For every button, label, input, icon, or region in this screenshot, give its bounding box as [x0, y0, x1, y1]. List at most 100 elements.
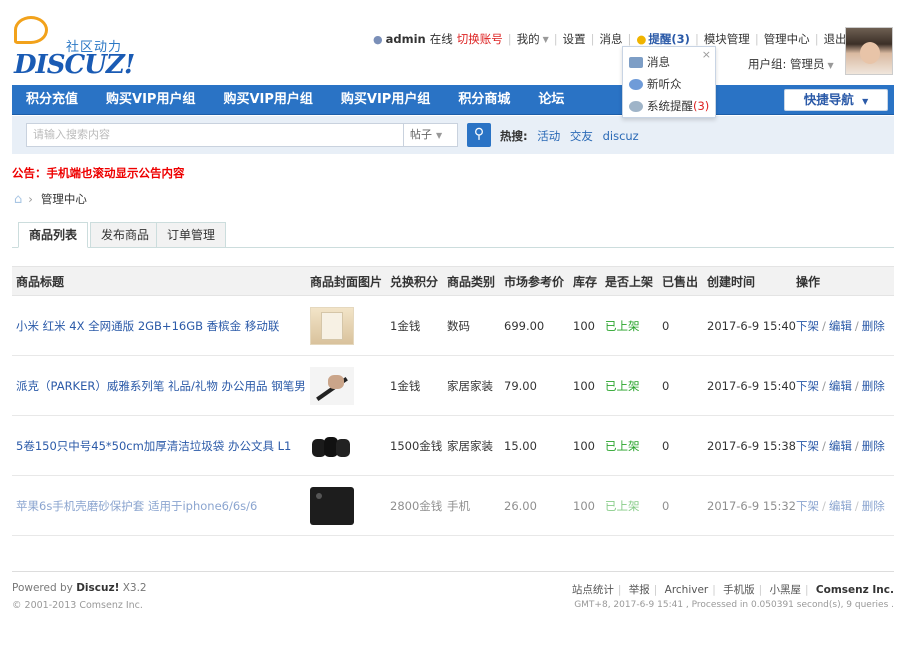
edit-link[interactable]: 编辑 — [829, 499, 852, 513]
breadcrumb-current[interactable]: 管理中心 — [41, 191, 87, 207]
sold-value: 0 — [662, 499, 670, 513]
popup-item-label: 新听众 — [647, 77, 682, 91]
chevron-down-icon: ▼ — [862, 97, 869, 106]
col-cover: 商品封面图片 — [310, 275, 383, 289]
logout-link[interactable]: 退出 — [824, 31, 847, 47]
footer-link-blacklist[interactable]: 小黑屋 — [770, 584, 802, 596]
footer-links: 站点统计 | 举报 | Archiver | 手机版 | 小黑屋 | Comsenz In… — [571, 584, 894, 596]
home-icon[interactable]: ⌂ — [14, 192, 22, 207]
col-category: 商品类别 — [447, 275, 496, 289]
module-manage-link[interactable]: 模块管理 — [704, 31, 750, 47]
col-sold: 已售出 — [662, 275, 699, 289]
search-bar: 请输入搜索内容 帖子 ▼ ⚲ 热搜: 活动 交友 discuz — [12, 116, 894, 154]
popup-item-system-reminder[interactable]: 系统提醒 (3) — [629, 97, 709, 115]
points-value: 2800金钱 — [390, 499, 443, 513]
nav-item-points-recharge[interactable]: 积分充值 — [12, 85, 92, 115]
delete-link[interactable]: 删除 — [862, 439, 885, 453]
chevron-down-icon: ▼ — [542, 34, 549, 44]
unlist-link[interactable]: 下架 — [796, 499, 819, 513]
product-title-link[interactable]: 5卷150只中号45*50cm加厚清洁垃圾袋 办公文具 L1 — [16, 416, 291, 476]
tab-publish-product[interactable]: 发布商品 — [90, 222, 161, 248]
nav-item-forum[interactable]: 论坛 — [524, 85, 578, 115]
chevron-right-icon: › — [28, 192, 33, 206]
delete-link[interactable]: 删除 — [862, 319, 885, 333]
product-cover-image[interactable] — [310, 487, 354, 525]
powered-name[interactable]: Discuz! — [76, 582, 119, 594]
switch-account-link[interactable]: 切换账号 — [457, 31, 503, 47]
manage-center-link[interactable]: 管理中心 — [764, 31, 810, 47]
popup-item-label: 消息 — [647, 55, 670, 69]
popup-item-new-followers[interactable]: 新听众 — [629, 75, 682, 93]
unlist-link[interactable]: 下架 — [796, 379, 819, 393]
nav-item-points-mall[interactable]: 积分商城 — [444, 85, 524, 115]
reminders-link[interactable]: 提醒(3) — [648, 31, 690, 47]
search-input[interactable]: 请输入搜索内容 — [26, 123, 404, 147]
stock-value: 100 — [573, 439, 595, 453]
search-button[interactable]: ⚲ — [467, 123, 491, 147]
footer-divider — [12, 571, 894, 572]
user-group-label: 用户组: 管理员 — [748, 57, 825, 71]
hot-search-item[interactable]: 活动 — [537, 129, 560, 143]
stock-value: 100 — [573, 379, 595, 393]
search-type-select[interactable]: 帖子 ▼ — [404, 123, 458, 147]
product-cover-image[interactable] — [310, 367, 354, 405]
col-title: 商品标题 — [16, 275, 65, 289]
product-cover-image[interactable] — [310, 427, 354, 465]
logo[interactable]: DISCUZ! — [14, 50, 135, 80]
messages-link[interactable]: 消息 — [600, 31, 623, 47]
footer-company[interactable]: Comsenz Inc. — [816, 584, 894, 596]
edit-link[interactable]: 编辑 — [829, 439, 852, 453]
logo-bubble-icon — [14, 16, 48, 44]
hot-search-item[interactable]: 交友 — [570, 129, 593, 143]
popup-item-messages[interactable]: 消息 — [629, 53, 670, 71]
powered-prefix: Powered by — [12, 582, 73, 594]
row-actions: 下架 / 编辑 / 删除 — [796, 319, 885, 333]
table-row: 5卷150只中号45*50cm加厚清洁垃圾袋 办公文具 L1 1500金钱 家居… — [12, 416, 894, 476]
reminder-count: (3) — [693, 99, 710, 113]
product-cover-image[interactable] — [310, 307, 354, 345]
footer-link-stats[interactable]: 站点统计 — [572, 584, 614, 596]
user-group-menu[interactable]: 用户组: 管理员 ▼ — [748, 56, 834, 72]
created-time: 2017-6-9 15:32 — [707, 499, 796, 513]
close-icon[interactable]: × — [702, 48, 711, 61]
edit-link[interactable]: 编辑 — [829, 379, 852, 393]
delete-link[interactable]: 删除 — [862, 379, 885, 393]
top-user-nav: ● admin 在线 切换账号 | 我的 ▼ | 设置 | 消息 | ● 提醒(… — [373, 31, 847, 47]
price-value: 26.00 — [504, 499, 537, 513]
nav-item-buy-vip[interactable]: 购买VIP用户组 — [209, 85, 326, 115]
avatar[interactable] — [845, 27, 893, 75]
tab-order-manage[interactable]: 订单管理 — [156, 222, 227, 248]
hot-search: 热搜: 活动 交友 discuz — [500, 128, 639, 144]
settings-link[interactable]: 设置 — [563, 31, 586, 47]
version: X3.2 — [122, 582, 147, 594]
created-time: 2017-6-9 15:40 — [707, 319, 796, 333]
mine-menu[interactable]: 我的 — [517, 31, 540, 47]
unlist-link[interactable]: 下架 — [796, 319, 819, 333]
footer-link-archiver[interactable]: Archiver — [665, 584, 709, 596]
col-points: 兑换积分 — [390, 275, 439, 289]
tab-product-list[interactable]: 商品列表 — [18, 222, 89, 248]
hot-search-item[interactable]: discuz — [603, 129, 639, 143]
col-status: 是否上架 — [605, 275, 654, 289]
footer-link-report[interactable]: 举报 — [629, 584, 650, 596]
hot-search-label: 热搜: — [500, 129, 528, 143]
quick-nav-button[interactable]: 快捷导航 ▼ — [784, 89, 888, 111]
unlist-link[interactable]: 下架 — [796, 439, 819, 453]
mail-icon — [629, 56, 643, 68]
product-title-link[interactable]: 苹果6s手机壳磨砂保护套 适用于iphone6/6s/6 — [16, 476, 257, 536]
username-link[interactable]: admin — [386, 32, 426, 46]
price-value: 699.00 — [504, 319, 545, 333]
category-value: 数码 — [447, 319, 470, 333]
quick-nav-label: 快捷导航 — [803, 92, 854, 107]
product-title-link[interactable]: 小米 红米 4X 全网通版 2GB+16GB 香槟金 移动联 — [16, 296, 279, 356]
nav-item-buy-vip[interactable]: 购买VIP用户组 — [92, 85, 209, 115]
nav-item-buy-vip[interactable]: 购买VIP用户组 — [327, 85, 444, 115]
points-value: 1金钱 — [390, 319, 421, 333]
delete-link[interactable]: 删除 — [862, 499, 885, 513]
product-title-link[interactable]: 派克（PARKER）威雅系列笔 礼品/礼物 办公用品 钢笔男 — [16, 356, 306, 416]
edit-link[interactable]: 编辑 — [829, 319, 852, 333]
footer-link-mobile[interactable]: 手机版 — [723, 584, 755, 596]
status-badge: 已上架 — [605, 499, 640, 513]
announcement[interactable]: 公告：手机端也滚动显示公告内容 — [12, 165, 185, 181]
points-value: 1500金钱 — [390, 439, 443, 453]
